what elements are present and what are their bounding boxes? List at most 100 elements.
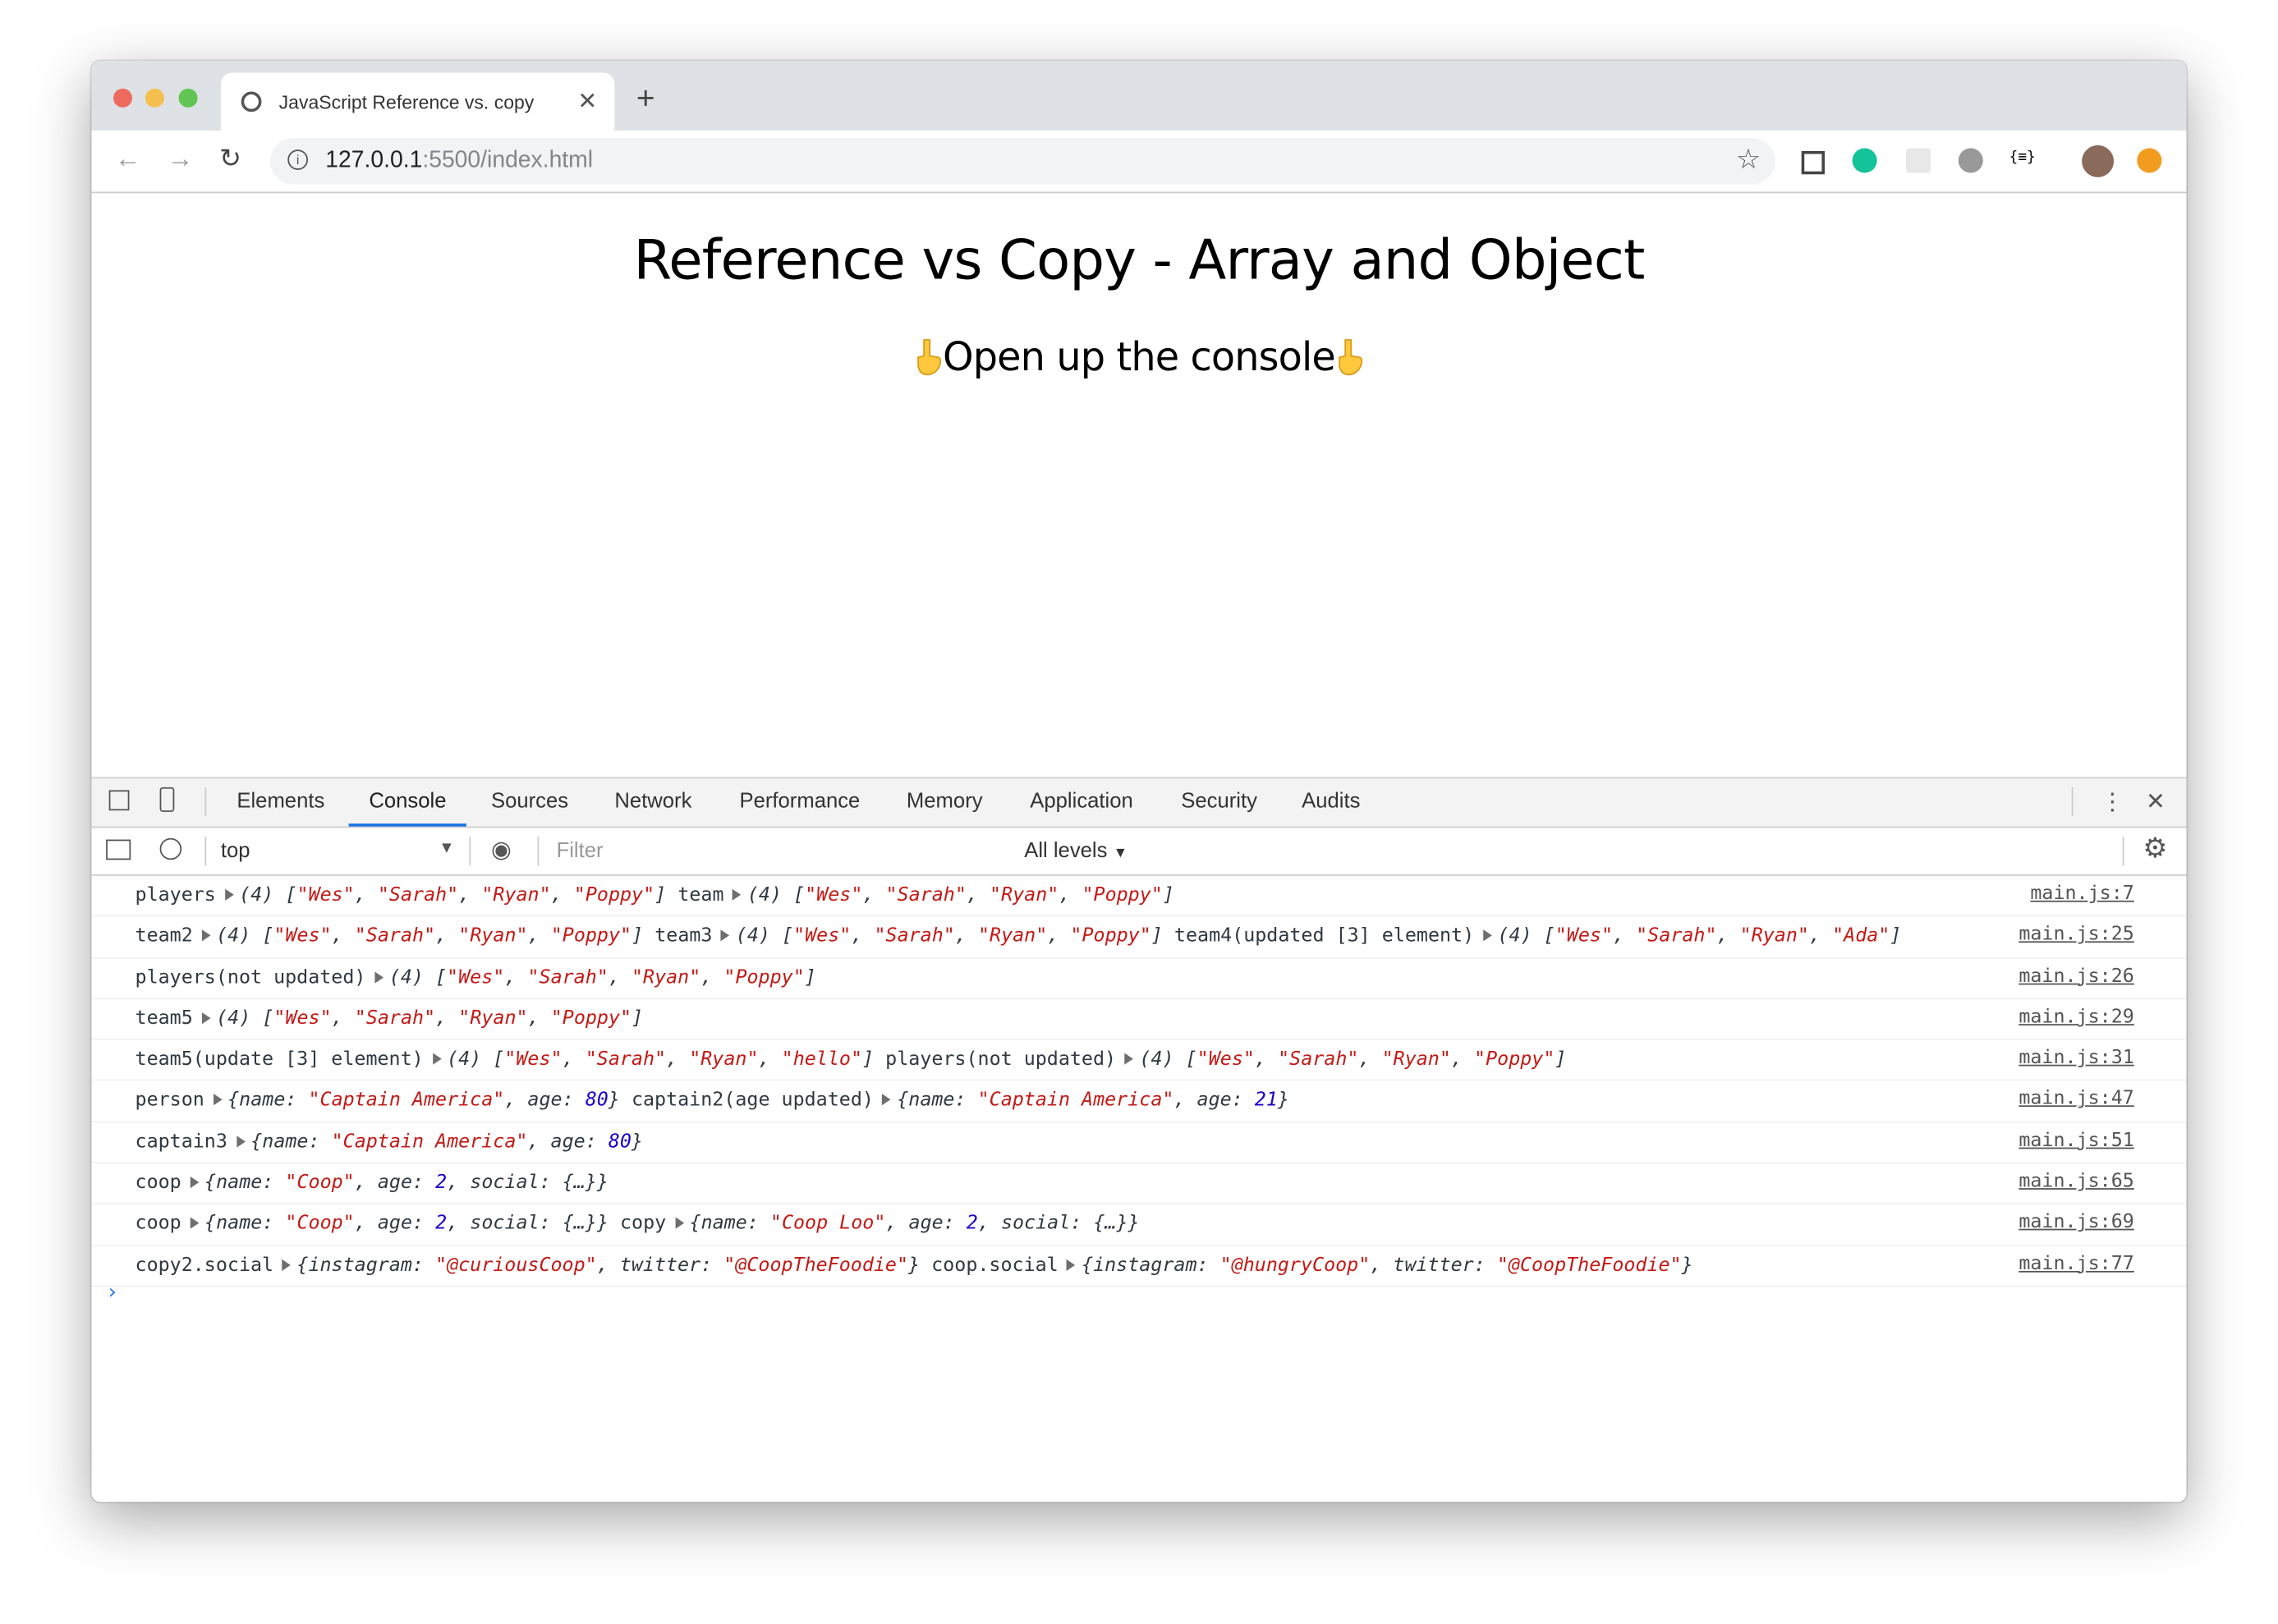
source-link[interactable]: main.js:31 [2019,1039,2133,1078]
close-tab-icon[interactable]: ✕ [577,87,597,116]
expand-triangle-icon[interactable] [1067,1259,1076,1271]
close-window-button[interactable] [113,88,132,108]
array-item: Ryan [1751,925,1798,947]
filter-input[interactable]: Filter [550,833,1015,868]
array-preview[interactable]: (4) ["Wes", "Sarah", "Ryan", "Ada"] [1497,925,1901,947]
expand-triangle-icon[interactable] [201,929,210,942]
array-preview[interactable]: (4) ["Wes", "Sarah", "Ryan", "Poppy"] [216,925,643,947]
reload-icon[interactable]: ↻ [219,144,241,174]
json-viewer-icon[interactable]: {≡} [2009,149,2036,174]
sidebar-toggle-icon[interactable] [106,839,131,860]
object-preview[interactable]: {name: "Coop", age: 2, social: {…}} [204,1172,609,1195]
devtools-panel: Elements Console Sources Network Performance… [91,777,2187,1502]
object-preview[interactable]: {name: "Captain America", age: 80} [250,1131,643,1154]
expand-triangle-icon[interactable] [721,929,730,942]
tab-performance[interactable]: Performance [739,778,860,826]
expand-triangle-icon[interactable] [224,888,234,901]
new-tab-button[interactable]: + [636,80,655,117]
console-message: coop {name: "Coop", age: 2, social: {…}} … [91,1203,2187,1246]
expand-triangle-icon[interactable] [882,1094,892,1107]
property-value: @CoopTheFoodie [735,1254,897,1277]
object-preview[interactable]: {name: "Coop Loo", age: 2, social: {…}} [689,1213,1139,1236]
inspect-element-icon[interactable] [108,790,130,811]
bookmark-star-icon[interactable]: ☆ [1736,144,1761,177]
tab-network[interactable]: Network [614,778,691,826]
expand-triangle-icon[interactable] [674,1218,684,1230]
expand-triangle-icon[interactable] [190,1218,199,1230]
source-link[interactable]: main.js:69 [2019,1203,2133,1242]
forward-icon[interactable]: → [167,144,193,174]
log-label: team5(update [3] element) [135,1048,424,1071]
levels-dropdown[interactable]: All levels ▼ [1024,840,1128,863]
tab-sources[interactable]: Sources [491,778,568,826]
tab-security[interactable]: Security [1181,778,1257,826]
expand-triangle-icon[interactable] [1124,1053,1134,1066]
array-preview[interactable]: (4) ["Wes", "Sarah", "Ryan", "Poppy"] [1139,1049,1566,1071]
console-message: team2 (4) ["Wes", "Sarah", "Ryan", "Poppy… [91,915,2187,958]
log-label: players(not updated) [885,1048,1117,1071]
tab-console[interactable]: Console [348,778,467,827]
object-preview[interactable]: {name: "Captain America", age: 21} [897,1090,1289,1112]
console-prompt[interactable]: › [106,1281,118,1304]
chevron-down-icon[interactable]: ▼ [439,840,454,857]
log-label: team2 [135,925,193,947]
array-item: Sarah [1647,925,1706,947]
url-path: :5500/index.html [422,148,594,173]
back-icon[interactable]: ← [115,144,141,174]
expand-triangle-icon[interactable] [190,1177,199,1189]
clear-console-icon[interactable] [159,837,182,860]
expand-triangle-icon[interactable] [374,970,383,983]
expand-triangle-icon[interactable] [213,1094,223,1107]
source-link[interactable]: main.js:26 [2019,957,2133,996]
expand-triangle-icon[interactable] [432,1053,441,1066]
array-preview[interactable]: (4) ["Wes", "Sarah", "Ryan", "hello"] [447,1049,874,1071]
vue-extension-icon[interactable] [1958,148,1983,173]
device-toolbar-icon[interactable] [159,787,175,812]
array-preview[interactable]: (4) ["Wes", "Sarah", "Ryan", "Poppy"] [216,1008,643,1030]
console-toolbar: top ▼ ◉ Filter All levels ▼ ⚙ [91,828,2187,876]
expand-triangle-icon[interactable] [236,1135,246,1148]
maximize-window-button[interactable] [178,88,198,108]
gear-icon[interactable]: ⚙ [2143,833,2167,866]
close-devtools-icon[interactable]: ✕ [2146,787,2165,816]
tab-memory[interactable]: Memory [907,778,983,826]
tab-application[interactable]: Application [1030,778,1132,826]
more-options-icon[interactable]: ⋮ [2101,787,2124,816]
source-link[interactable]: main.js:25 [2019,915,2133,955]
property-value: Coop [296,1172,343,1195]
array-preview[interactable]: (4) ["Wes", "Sarah", "Ryan", "Poppy"] [736,925,1163,947]
context-selector[interactable]: top [221,840,250,863]
info-icon[interactable]: i [287,149,309,170]
property-value: 2 [435,1172,448,1195]
array-preview[interactable]: (4) ["Wes", "Sarah", "Ryan", "Poppy"] [239,884,666,906]
expand-triangle-icon[interactable] [201,1012,210,1025]
source-link[interactable]: main.js:51 [2019,1121,2133,1160]
source-link[interactable]: main.js:77 [2019,1245,2133,1284]
extension-square-icon[interactable] [1801,150,1825,175]
source-link[interactable]: main.js:29 [2019,998,2133,1037]
expand-triangle-icon[interactable] [1482,929,1492,942]
expand-triangle-icon[interactable] [733,888,742,901]
source-link[interactable]: main.js:65 [2019,1162,2133,1201]
update-icon[interactable] [2137,148,2162,173]
array-preview[interactable]: (4) ["Wes", "Sarah", "Ryan", "Poppy"] [747,884,1174,906]
eye-icon[interactable]: ◉ [491,835,512,864]
address-bar[interactable]: i 127.0.0.1:5500/index.html ☆ [270,138,1775,185]
tab-elements[interactable]: Elements [237,778,324,826]
minimize-window-button[interactable] [145,88,164,108]
object-preview[interactable]: {name: "Captain America", age: 80} [227,1090,620,1112]
property-key: social [1000,1213,1071,1236]
array-item: Ryan [1393,1048,1440,1071]
object-preview[interactable]: {instagram: "@curiousCoop", twitter: "@C… [296,1255,920,1277]
object-preview[interactable]: {name: "Coop", age: 2, social: {…}} [204,1213,609,1236]
react-devtools-icon[interactable] [1906,148,1931,173]
avatar[interactable] [2082,145,2115,177]
expand-triangle-icon[interactable] [282,1259,292,1271]
source-link[interactable]: main.js:7 [2030,874,2133,914]
object-preview[interactable]: {instagram: "@hungryCoop", twitter: "@Co… [1082,1255,1693,1277]
source-link[interactable]: main.js:47 [2019,1080,2133,1119]
array-preview[interactable]: (4) ["Wes", "Sarah", "Ryan", "Poppy"] [389,967,816,989]
grammarly-icon[interactable] [1852,148,1877,173]
tab-audits[interactable]: Audits [1302,778,1360,826]
browser-tab[interactable]: JavaScript Reference vs. copy ✕ [220,72,615,131]
